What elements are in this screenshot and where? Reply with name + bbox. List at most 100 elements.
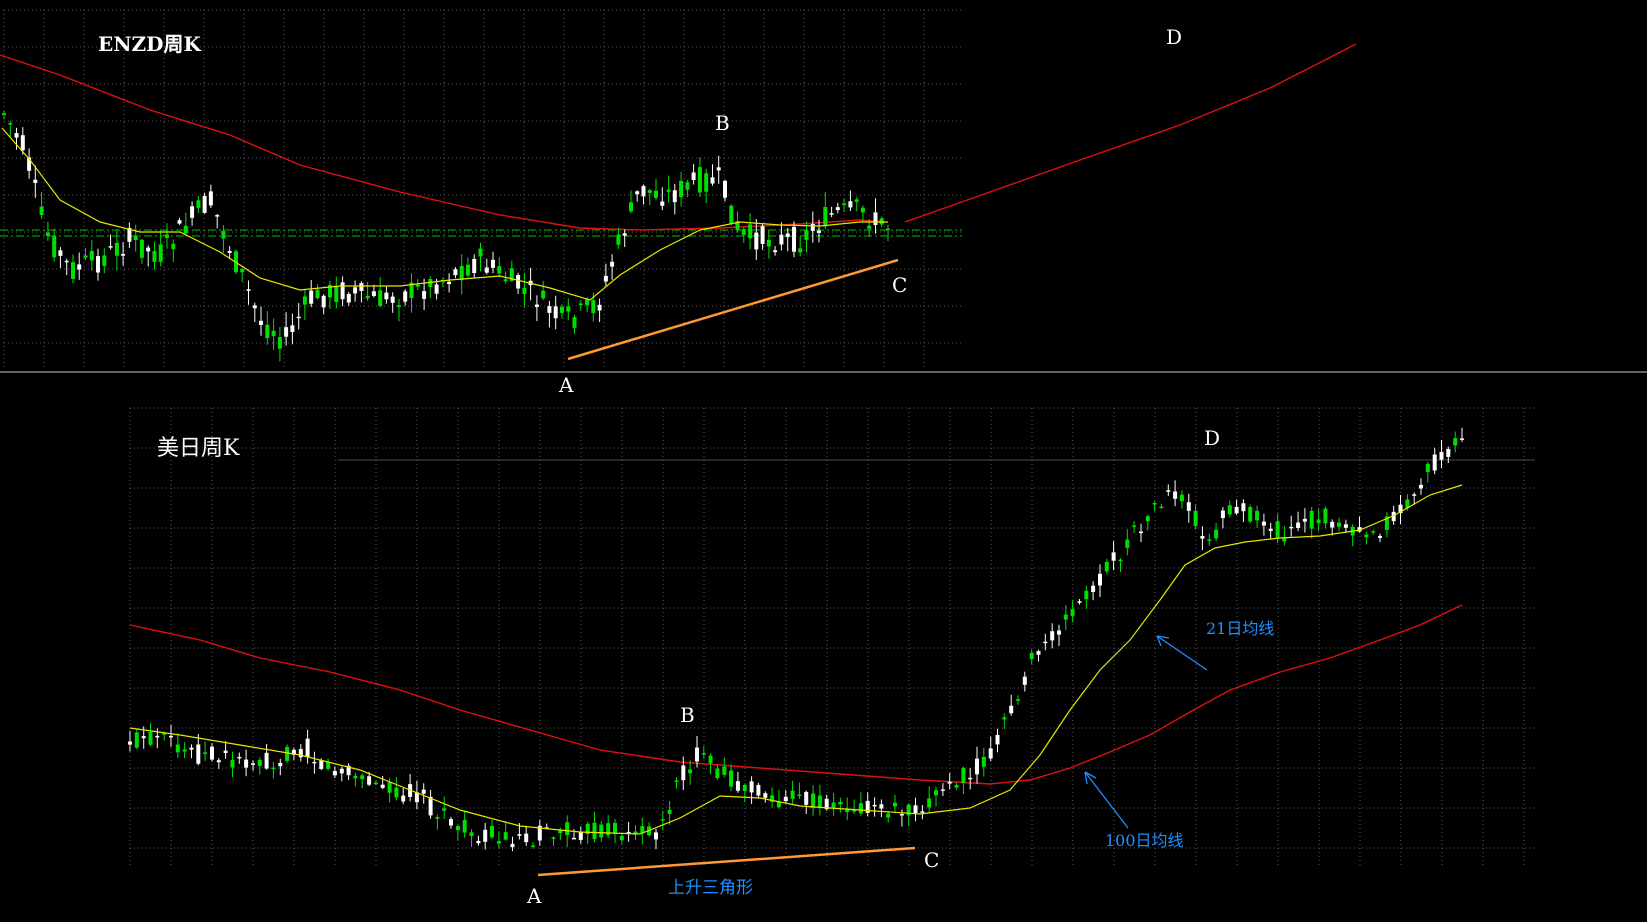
usdjpy-candle-body [981,756,986,767]
enzd-candle-body [503,279,508,282]
usdjpy-candle-body [1453,438,1458,446]
usdjpy-candle-body [435,817,440,819]
usdjpy-candle-body [1043,641,1048,644]
usdjpy-candle-body [968,777,973,780]
enzd-candle-body [33,179,38,183]
usdjpy-candle-body [790,790,795,799]
usdjpy-candle-body [1419,484,1423,489]
enzd-candle-body [578,303,583,306]
usdjpy-candle-body [1091,585,1096,592]
enzd-candle-body [447,281,452,284]
enzd-candle-body [760,226,765,244]
enzd-candle-body [754,232,759,250]
usdjpy-candle-body [271,767,276,770]
enzd-candle-body [2,113,6,115]
usdjpy-candle-body [517,834,522,836]
usdjpy-candle-body [722,766,727,775]
chart-canvas: ENZD周K A B C D 美日周K A B C D 上升三角形 21日均线 … [0,9,1647,908]
enzd-candle-body [390,296,395,303]
usdjpy-grid [129,407,1535,868]
usdjpy-candle-body [312,761,317,764]
usdjpy-candle-body [1439,451,1444,460]
enzd-candle-body [45,232,50,236]
usdjpy-candle-body [148,732,153,745]
usdjpy-candle-body [735,781,740,791]
usdjpy-candle-body [578,832,583,840]
usdjpy-candle-body [1268,528,1273,531]
usdjpy-candle-body [244,759,249,768]
usdjpy-candle-body [1022,676,1027,685]
enzd-candle-body [729,205,734,224]
usdjpy-candle-body [1070,609,1075,616]
usdjpy-candle-body [1323,508,1328,524]
usdjpy-candle-body [804,791,809,805]
usdjpy-candle-body [455,826,460,831]
usdjpy-ma21-line [129,484,1463,835]
usdjpy-candle-body [660,819,665,821]
usdjpy-candle-body [503,832,508,840]
enzd-ma21-line [1,127,888,301]
usdjpy-candle-body [749,781,754,793]
enzd-candle-body [541,290,546,299]
enzd-candle-body [798,248,803,253]
usdjpy-candle-body [667,809,672,814]
enzd-candle-body [39,206,44,215]
enzd-candle-body [52,236,57,258]
enzd-candle-body [672,190,677,203]
enzd-candle-body [842,203,847,205]
enzd-candle-body [133,235,138,240]
enzd-ma100-projection [904,43,1357,223]
enzd-candle-body [340,282,345,300]
usdjpy-candle-body [1186,502,1191,511]
enzd-candle-body [704,173,709,192]
usdjpy-candle-body [886,813,891,818]
usdjpy-candle-body [1241,503,1246,512]
usdjpy-candle-body [920,811,925,813]
enzd-candle-body [679,180,684,198]
enzd-candle-body [102,255,107,266]
usdjpy-candle-body [674,780,679,782]
enzd-chart-panel: ENZD周K A B C D [0,9,1357,397]
usdjpy-candle-body [1200,536,1205,539]
usdjpy-candle-body [237,756,242,759]
enzd-candle-body [183,225,188,234]
usdjpy-candle-body [1173,491,1178,499]
usdjpy-candle-body [141,736,146,739]
usdjpy-candle-body [899,814,904,816]
usdjpy-candle-body [729,770,734,787]
enzd-label-b: B [715,111,730,135]
usdjpy-candle-body [961,767,966,784]
enzd-candle-body [384,292,389,300]
usdjpy-candle-body [688,769,693,774]
enzd-candle-body [315,289,320,299]
enzd-candle-body [491,259,495,268]
usdjpy-candle-body [189,747,194,750]
enzd-candle-body [321,295,326,308]
usdjpy-candle-body [319,760,324,769]
enzd-candle-body [284,327,289,337]
ma21-annotation: 21日均线 [1206,619,1274,638]
enzd-candle-body [8,122,13,125]
usdjpy-candle-body [264,752,269,769]
enzd-candle-body [465,264,470,276]
enzd-candle-body [290,325,295,333]
usdjpy-candle-body [1412,494,1417,496]
usdjpy-candle-body [565,822,570,836]
ma100-pointer-arrow [1084,771,1129,829]
usdjpy-candle-body [251,763,255,765]
enzd-candle-body [139,239,144,258]
enzd-candle-body [271,330,276,337]
usdjpy-candle-body [1050,631,1055,641]
enzd-candle-body [296,316,301,319]
usdjpy-candle-body [797,794,802,796]
usdjpy-candle-body [1234,506,1239,514]
enzd-candle-body [221,231,226,239]
usdjpy-candle-body [592,822,597,840]
usdjpy-candle-body [811,793,816,808]
usdjpy-candle-body [1302,518,1307,522]
enzd-candle-body [572,317,577,328]
usdjpy-candle-body [483,829,488,842]
enzd-candle-body [240,269,245,273]
enzd-candle-body [146,247,151,252]
usdjpy-candle-body [1316,519,1321,524]
